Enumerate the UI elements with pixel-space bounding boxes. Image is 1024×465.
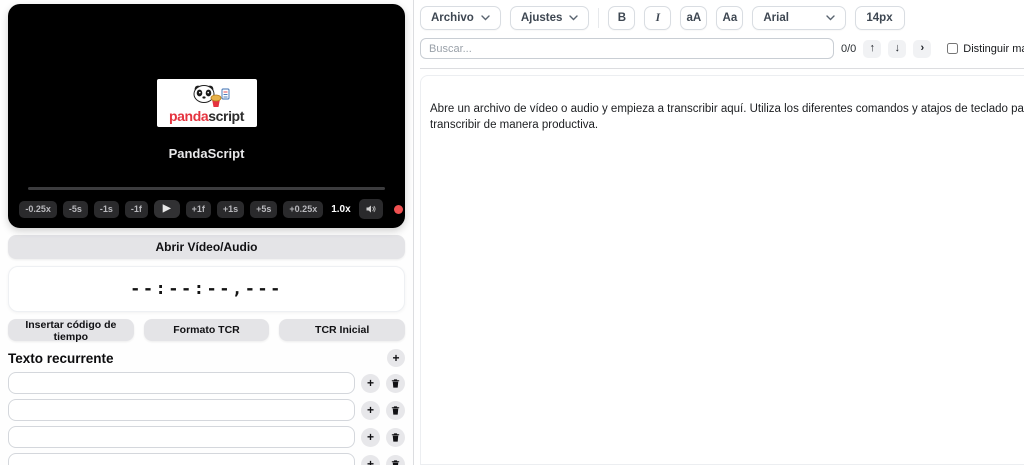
search-prev-button[interactable]: ↑ [863,40,881,58]
search-input[interactable] [420,38,834,59]
recurring-row: + [8,426,405,448]
insert-recurring-text-button[interactable]: + [361,455,380,465]
recurring-text-input[interactable] [8,372,355,394]
speaker-icon [365,203,377,215]
tcr-button-row: Insertar código de tiempo Formato TCR TC… [8,319,405,341]
trash-icon [390,459,401,465]
search-match-count: 0/0 [841,43,856,55]
volume-slider-knob[interactable] [394,205,403,214]
font-size-value: 14px [866,12,892,24]
capitalize-button[interactable]: Aa [716,6,743,30]
toolbar-divider [598,8,599,28]
fwd-1s-button[interactable]: +1s [217,201,244,218]
timecode-display: --:--:--,--- [130,279,283,299]
recurring-text-input[interactable] [8,426,355,448]
recurring-text-input[interactable] [8,453,355,465]
insert-recurring-text-button[interactable]: + [361,374,380,393]
recurring-row: + [8,372,405,394]
trash-icon [390,405,401,416]
archivo-menu-button[interactable]: Archivo [420,6,501,30]
delete-recurring-row-button[interactable] [386,374,405,393]
trash-icon [390,432,401,443]
recurring-text-input[interactable] [8,399,355,421]
plus-icon: + [367,431,374,443]
logo-wordmark-panda: panda [169,108,208,124]
italic-button[interactable]: I [644,6,671,30]
logo-wordmark: pandascript [169,109,244,123]
chevron-down-icon [569,15,578,21]
font-family-select[interactable]: Arial [752,6,846,30]
ajustes-menu-button[interactable]: Ajustes [510,6,590,30]
recurring-text-header: Texto recurrente + [8,349,405,367]
delete-recurring-row-button[interactable] [386,401,405,420]
chevron-down-icon [826,15,835,21]
case-small-icon: aA [687,12,702,24]
pandascript-logo: pandascript [157,79,257,127]
plus-icon: + [367,377,374,389]
speed-down-button[interactable]: -0.25x [19,201,57,218]
bold-icon: B [618,12,626,24]
plus-icon: + [367,404,374,416]
tcr-format-button[interactable]: Formato TCR [144,319,270,341]
chevron-down-icon [481,15,490,21]
bold-button[interactable]: B [608,6,635,30]
recurring-row: + [8,399,405,421]
search-go-button[interactable]: › [913,40,931,58]
playback-speed-label: 1.0x [331,204,350,215]
recurring-text-title: Texto recurrente [8,351,114,366]
fwd-5s-button[interactable]: +5s [250,201,277,218]
plus-icon: + [367,458,374,465]
play-button[interactable]: ▶ [154,200,180,218]
arrow-down-icon: ↓ [895,43,901,54]
case-sensitive-label: Distinguir mayúsculas [963,43,1024,55]
tcr-initial-button[interactable]: TCR Inicial [279,319,405,341]
search-next-button[interactable]: ↓ [888,40,906,58]
chevron-right-icon: › [920,43,924,54]
add-recurring-row-button[interactable]: + [387,349,405,367]
delete-recurring-row-button[interactable] [386,428,405,447]
app-window: pandascript PandaScript -0.25x -5s -1s -… [0,0,1024,465]
delete-recurring-row-button[interactable] [386,455,405,465]
editor-toolbar: Archivo Ajustes B I aA Aa Arial 14px [420,6,1024,30]
editor-panel: Archivo Ajustes B I aA Aa Arial 14px [414,0,1024,465]
trash-icon [390,378,401,389]
logo-wordmark-script: script [208,108,244,124]
mute-button[interactable] [359,199,383,219]
insert-timecode-button[interactable]: Insertar código de tiempo [8,319,134,341]
recurring-row: + [8,453,405,465]
transcription-text-area[interactable]: Abre un archivo de vídeo o audio y empie… [420,75,1024,465]
archivo-menu-label: Archivo [431,12,474,24]
italic-icon: I [656,12,660,24]
case-sensitive-option: Distinguir mayúsculas [947,43,1024,55]
search-bar: 0/0 ↑ ↓ › Distinguir mayúsculas [420,38,1024,69]
back-1f-button[interactable]: -1f [125,201,148,218]
plus-icon: + [392,352,399,364]
playback-controls: -0.25x -5s -1s -1f ▶ +1f +1s +5s +0.25x … [28,199,385,219]
video-player[interactable]: pandascript PandaScript -0.25x -5s -1s -… [8,4,405,228]
font-family-value: Arial [763,12,789,24]
left-panel: pandascript PandaScript -0.25x -5s -1s -… [0,0,414,465]
video-title: PandaScript [8,146,405,161]
ajustes-menu-label: Ajustes [521,12,563,24]
panda-cupcake-illustration [184,83,230,109]
speed-up-button[interactable]: +0.25x [283,201,323,218]
video-progress-bar[interactable] [28,187,385,190]
font-size-select[interactable]: 14px [855,6,905,30]
lowercase-to-uppercase-button[interactable]: aA [680,6,707,30]
case-sensitive-checkbox[interactable] [947,43,958,54]
transcription-placeholder-text: Abre un archivo de vídeo o audio y empie… [430,102,1024,133]
arrow-up-icon: ↑ [870,43,876,54]
insert-recurring-text-button[interactable]: + [361,401,380,420]
timecode-panel: --:--:--,--- [8,266,405,312]
back-1s-button[interactable]: -1s [94,201,119,218]
open-video-audio-button[interactable]: Abrir Vídeo/Audio [8,235,405,259]
insert-recurring-text-button[interactable]: + [361,428,380,447]
case-large-icon: Aa [723,12,738,24]
play-icon: ▶ [163,203,171,214]
fwd-1f-button[interactable]: +1f [186,201,211,218]
back-5s-button[interactable]: -5s [63,201,88,218]
player-bottom-bar: -0.25x -5s -1s -1f ▶ +1f +1s +5s +0.25x … [28,187,385,219]
